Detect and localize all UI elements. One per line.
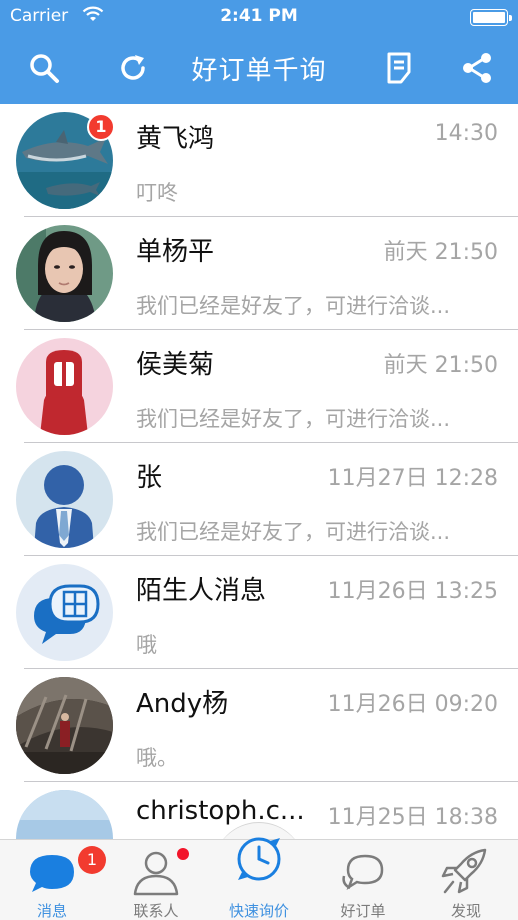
avatar-default-female: [16, 338, 113, 435]
message-preview: 我们已经是好友了，可进行洽谈...: [136, 520, 451, 544]
tab-contacts[interactable]: 联系人: [104, 840, 208, 920]
avatar-sky-photo: [16, 790, 113, 839]
avatar-girl-photo: [16, 225, 113, 322]
contact-name: 张: [136, 463, 163, 493]
conversation-row[interactable]: 张 11月27日 12:28 我们已经是好友了，可进行洽谈...: [0, 443, 518, 556]
message-preview: 哦。: [136, 746, 178, 770]
tab-orders[interactable]: 好订单: [311, 840, 415, 920]
message-time: 前天 21:50: [383, 240, 498, 265]
avatar-hall-photo: [16, 677, 113, 774]
order-list-button[interactable]: [381, 50, 417, 86]
conversation-row[interactable]: 单杨平 前天 21:50 我们已经是好友了，可进行洽谈...: [0, 217, 518, 330]
page-title: 好订单千询: [191, 56, 327, 86]
tab-label: 好订单: [340, 902, 386, 920]
tab-label: 联系人: [133, 902, 179, 920]
message-time: 11月27日 12:28: [327, 466, 498, 491]
contact-name: 陌生人消息: [136, 576, 267, 606]
contact-name: 黄飞鸿: [136, 124, 215, 154]
tab-messages[interactable]: 1 消息: [0, 840, 106, 920]
contact-name: Andy杨: [136, 689, 229, 719]
status-time: 2:41 PM: [220, 6, 298, 26]
message-preview: 叮咚: [136, 181, 178, 205]
battery-icon: [470, 9, 512, 26]
tab-bar: 1 消息 联系人 快速询价 好订单 发现: [0, 837, 518, 920]
message-time: 11月26日 13:25: [327, 579, 498, 604]
conversation-row[interactable]: 侯美菊 前天 21:50 我们已经是好友了，可进行洽谈...: [0, 330, 518, 443]
discover-icon: [441, 846, 491, 896]
status-bar: Carrier 2:41 PM: [0, 0, 518, 34]
unread-badge: 1: [87, 113, 115, 141]
contacts-notification-dot: [177, 848, 189, 860]
conversation-row[interactable]: Andy杨 11月26日 09:20 哦。: [0, 669, 518, 782]
tab-label: 快速询价: [228, 902, 289, 920]
message-time: 11月26日 09:20: [327, 692, 498, 717]
share-button[interactable]: [459, 50, 495, 86]
conversation-row[interactable]: 陌生人消息 11月26日 13:25 哦: [0, 556, 518, 669]
tab-label: 消息: [36, 902, 67, 920]
avatar-stranger-message: [16, 564, 113, 661]
tab-unread-badge: 1: [78, 846, 106, 874]
quick-inquiry-icon: [234, 834, 284, 884]
top-bar: Carrier 2:41 PM 好订单千询: [0, 0, 518, 104]
contact-name: 单杨平: [136, 237, 215, 267]
tab-quick-inquiry[interactable]: 快速询价: [207, 837, 311, 920]
conversation-row[interactable]: 1 黄飞鸿 14:30 叮咚: [0, 104, 518, 217]
message-time: 11月25日 18:38: [327, 805, 498, 830]
avatar-default-male: [16, 451, 113, 548]
message-time: 14:30: [434, 121, 498, 146]
conversation-list[interactable]: 1 黄飞鸿 14:30 叮咚 单杨平 前天 21:50 我们已经是好友了，可进行…: [0, 104, 518, 839]
message-preview: 哦: [136, 633, 157, 657]
order-list-icon: [387, 52, 411, 84]
tab-discover[interactable]: 发现: [414, 840, 518, 920]
app-screen: Carrier 2:41 PM 好订单千询 1 黄飞鸿 14:30 叮咚 单杨平…: [0, 0, 518, 920]
tab-label: 发现: [450, 902, 481, 920]
contact-name: 侯美菊: [136, 350, 215, 380]
message-time: 前天 21:50: [383, 353, 498, 378]
message-icon: [27, 846, 77, 896]
contact-name: christoph.c...: [136, 796, 305, 826]
orders-icon: [338, 846, 388, 896]
contacts-icon: [131, 846, 181, 896]
message-preview: 我们已经是好友了，可进行洽谈...: [136, 407, 451, 431]
message-preview: 我们已经是好友了，可进行洽谈...: [136, 294, 451, 318]
share-icon: [463, 53, 491, 83]
